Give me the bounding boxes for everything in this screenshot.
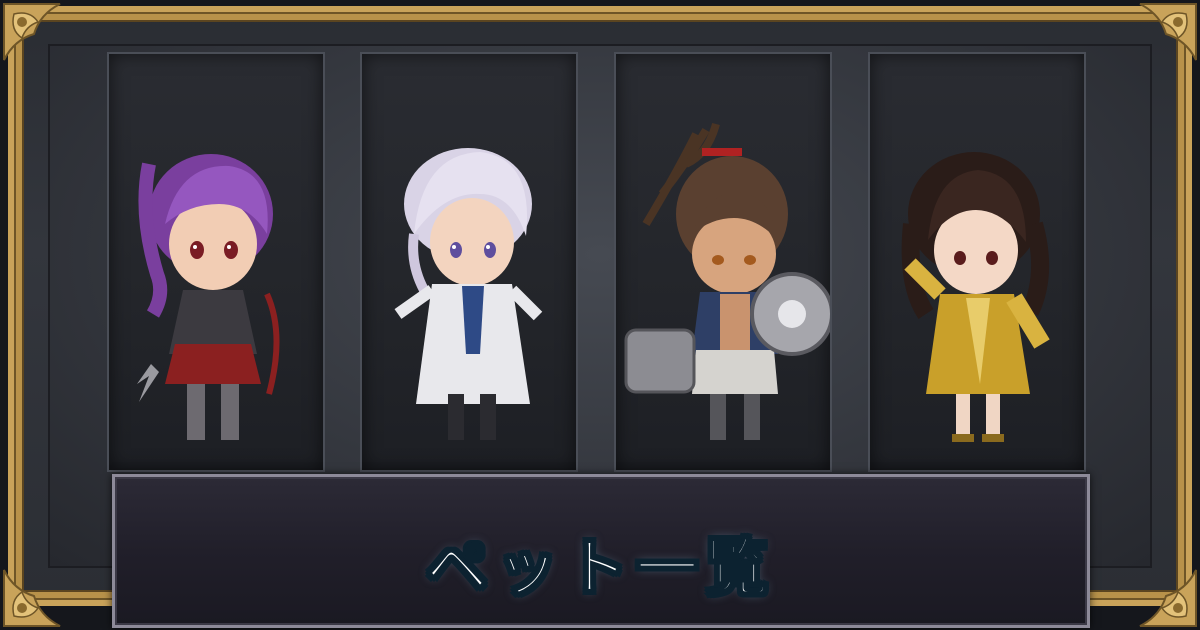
corner-ornament-icon	[3, 3, 61, 61]
purple-haired-warrior-icon	[137, 154, 280, 440]
dreadlocked-brawler-icon	[624, 122, 830, 440]
title-banner: ペット一覧	[112, 474, 1090, 628]
corner-ornament-icon	[3, 569, 61, 627]
character-card-1[interactable]	[107, 52, 325, 472]
dark-haired-golden-robe-icon	[901, 152, 1050, 442]
character-card-2[interactable]	[360, 52, 578, 472]
page-title: ペット一覧	[425, 530, 776, 605]
corner-ornament-icon	[1139, 3, 1197, 61]
corner-ornament-icon	[1139, 569, 1197, 627]
silver-haired-mage-icon	[394, 148, 543, 440]
character-card-3[interactable]	[614, 52, 832, 472]
character-card-4[interactable]	[868, 52, 1086, 472]
